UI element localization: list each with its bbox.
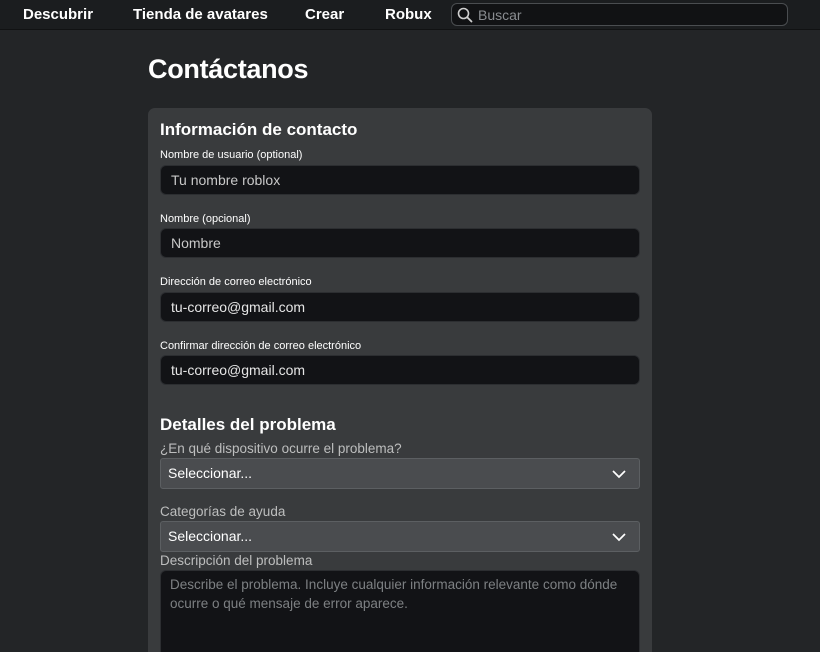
page-title: Contáctanos [148,54,309,84]
description-label: Descripción del problema [160,553,313,568]
device-select-value: Seleccionar... [168,465,253,481]
chevron-down-icon [612,530,626,544]
top-navigation: Descubrir Tienda de avatares Crear Robux [0,0,820,30]
email-input[interactable] [160,292,640,322]
contact-form-panel: Información de contacto Nombre de usuari… [148,108,652,652]
description-textarea[interactable] [160,570,640,652]
device-label: ¿En qué dispositivo ocurre el problema? [160,441,402,456]
name-label: Nombre (opcional) [160,213,251,225]
contact-info-heading: Información de contacto [160,120,358,139]
email-label: Dirección de correo electrónico [160,276,312,288]
category-select[interactable]: Seleccionar... [160,521,640,552]
nav-link-discover[interactable]: Descubrir [23,0,93,30]
username-label: Nombre de usuario (optional) [160,149,303,161]
username-input[interactable] [160,165,640,195]
name-input[interactable] [160,228,640,258]
email-confirm-label: Confirmar dirección de correo electrónic… [160,340,362,352]
chevron-down-icon [612,467,626,481]
category-select-value: Seleccionar... [168,528,253,544]
email-confirm-input[interactable] [160,355,640,385]
search-box[interactable] [451,3,788,26]
problem-details-heading: Detalles del problema [160,415,336,434]
device-select[interactable]: Seleccionar... [160,458,640,489]
search-icon [457,7,473,23]
nav-link-create[interactable]: Crear [305,0,344,30]
search-input[interactable] [478,4,778,25]
nav-link-avatar-shop[interactable]: Tienda de avatares [133,0,268,30]
category-label: Categorías de ayuda [160,504,286,519]
nav-link-robux[interactable]: Robux [385,0,432,30]
